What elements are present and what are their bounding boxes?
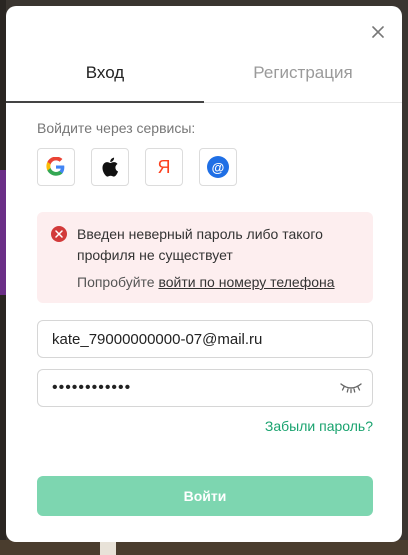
social-services: Я @ xyxy=(37,148,237,186)
eye-closed-icon xyxy=(340,383,362,394)
login-submit-button[interactable]: Войти xyxy=(37,476,373,516)
error-message: Введен неверный пароль либо такого профи… xyxy=(77,226,323,263)
mailru-login-button[interactable]: @ xyxy=(199,148,237,186)
mailru-icon: @ xyxy=(207,156,229,178)
email-field-wrapper xyxy=(37,320,373,358)
google-login-button[interactable] xyxy=(37,148,75,186)
error-icon xyxy=(51,226,67,242)
google-icon xyxy=(46,157,65,176)
yandex-icon: Я xyxy=(157,156,171,177)
password-field-wrapper xyxy=(37,369,373,407)
tab-login[interactable]: Вход xyxy=(6,58,204,103)
close-button[interactable] xyxy=(368,22,388,42)
apple-icon xyxy=(102,157,118,177)
auth-tabs: Вход Регистрация xyxy=(6,58,402,103)
apple-login-button[interactable] xyxy=(91,148,129,186)
error-alert: Введен неверный пароль либо такого профи… xyxy=(37,212,373,303)
toggle-password-button[interactable] xyxy=(340,380,362,399)
error-hint-text: Попробуйте xyxy=(77,274,159,290)
mailru-glyph: @ xyxy=(211,159,225,175)
tab-register[interactable]: Регистрация xyxy=(204,58,402,102)
forgot-password-link[interactable]: Забыли пароль? xyxy=(265,418,373,434)
login-modal: Вход Регистрация Войдите через сервисы: … xyxy=(6,6,402,542)
password-field[interactable] xyxy=(52,370,332,406)
background-footer xyxy=(0,540,408,555)
yandex-login-button[interactable]: Я xyxy=(145,148,183,186)
error-hint: Попробуйте войти по номеру телефона xyxy=(77,274,335,290)
services-label: Войдите через сервисы: xyxy=(37,120,196,136)
email-field[interactable] xyxy=(52,321,332,357)
close-icon xyxy=(372,26,384,38)
phone-login-link[interactable]: войти по номеру телефона xyxy=(158,274,334,290)
